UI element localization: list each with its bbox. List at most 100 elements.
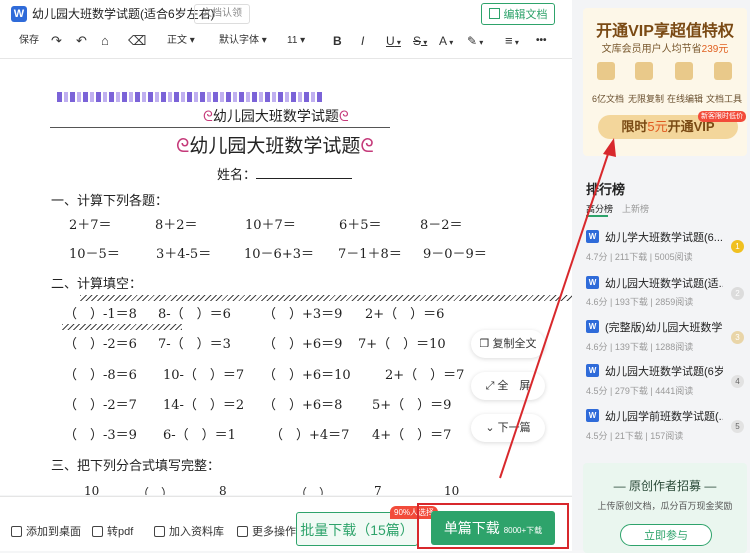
fill-cell: （ ）-3＝9 <box>64 428 137 443</box>
add-to-desktop-button[interactable]: 添加到桌面 <box>11 523 81 539</box>
more-tools-icon[interactable]: ••• <box>536 32 547 50</box>
ranking-item-score: 4.5分 <box>586 386 608 396</box>
active-tab-indicator <box>586 215 608 217</box>
font-color-button[interactable]: A ▾ <box>439 32 453 50</box>
word-doc-icon: W <box>586 364 599 377</box>
to-pdf-label: 转pdf <box>107 526 134 538</box>
rank-badge: 2 <box>731 287 744 300</box>
ranking-item-title[interactable]: (完整版)幼儿园大班数学... <box>605 319 723 335</box>
chevron-down-icon: ⌄ <box>485 422 498 434</box>
edit-document-button[interactable]: 编辑文档 <box>481 3 555 25</box>
feature-label: 无限复制 <box>628 94 665 104</box>
ranking-item-score: 4.7分 <box>586 252 608 262</box>
fill-cell: 6-（ ）＝1 <box>163 428 236 443</box>
copy-all-button[interactable]: ❐ 复制全文 <box>471 330 545 358</box>
paragraph-style-value: 正文 <box>167 35 187 46</box>
claim-document-badge[interactable]: 文档认领 <box>194 4 250 24</box>
document-title: 幼儿园大班数学试题(适合6岁左右) <box>32 7 215 21</box>
fill-cell: （ ）-2＝6 <box>64 337 137 352</box>
document-heading-text: 幼儿园大班数学试题 <box>189 135 361 157</box>
ranking-item-title[interactable]: 幼儿园学前班数学试题(... <box>605 408 723 424</box>
tab-high-score[interactable]: 高分榜 <box>586 202 613 215</box>
to-pdf-button[interactable]: 转pdf <box>92 523 133 539</box>
ranking-item-reads: 5005阅读 <box>654 252 693 262</box>
save-button[interactable]: 保存 <box>19 32 39 50</box>
vip-button-prefix: 限时 <box>621 119 648 134</box>
ranking-item-downloads: 21下载 <box>614 431 643 441</box>
italic-button[interactable]: I <box>361 32 364 50</box>
equation-cell: 8－2＝ <box>420 218 463 233</box>
ranking-item-downloads: 279下载 <box>614 386 648 396</box>
ranking-item-score: 4.6分 <box>586 342 608 352</box>
library-icon <box>154 526 165 537</box>
bold-button[interactable]: B <box>333 32 342 50</box>
creator-title: — 原创作者招募 — <box>613 479 717 493</box>
strikethrough-button[interactable]: S ▾ <box>413 32 427 50</box>
word-doc-icon: W <box>586 230 599 243</box>
word-doc-icon: W <box>586 276 599 289</box>
align-label: ≡ <box>505 33 513 48</box>
ranking-item-title[interactable]: 幼儿园大班数学试题(6岁) <box>605 363 723 379</box>
fullscreen-icon: ⤢ <box>485 380 498 392</box>
fill-cell: 2+（ ）＝6 <box>365 307 445 322</box>
rank-badge: 3 <box>731 331 744 344</box>
align-button[interactable]: ≡ ▾ <box>505 32 519 50</box>
paragraph-style-select[interactable]: 正文 ▾ <box>167 32 195 50</box>
next-document-label: 下一篇 <box>497 422 531 434</box>
redo-icon[interactable]: ↷ <box>51 32 62 50</box>
join-now-button[interactable]: 立即参与 <box>620 524 712 546</box>
ranking-title: 排行榜 <box>586 182 626 197</box>
equation-cell: 3＋4-5＝ <box>156 247 212 262</box>
pdf-icon <box>92 526 103 537</box>
fullscreen-label: 全 屏 <box>497 380 531 392</box>
font-family-select[interactable]: 默认字体 ▾ <box>219 32 267 50</box>
equation-cell: 8＋2＝ <box>155 218 198 233</box>
equation-cell: 9－0－9＝ <box>423 247 487 262</box>
edit-document-label: 编辑文档 <box>503 9 548 21</box>
vip-saving: 239元 <box>701 44 729 55</box>
ranking-item-reads: 1288阅读 <box>655 342 694 352</box>
fill-cell: （ ）-8＝6 <box>64 368 137 383</box>
fill-cell: （ ）+6＝8 <box>263 398 343 413</box>
fill-cell: 7+（ ）＝10 <box>358 337 446 352</box>
vip-subtitle: 文库会员用户人均节省239元 <box>583 40 747 55</box>
highlight-button[interactable]: ✎ ▾ <box>467 32 483 50</box>
word-doc-icon: W <box>586 320 599 333</box>
annotation-highlight-box <box>417 503 569 549</box>
format-painter-icon[interactable]: ⌂ <box>101 32 109 50</box>
ranking-item-title[interactable]: 幼儿学大班数学试题(6... <box>605 229 723 245</box>
ranking-item-meta: 4.6分 | 139下载 | 1288阅读 <box>586 342 694 352</box>
swirl-icon: ᘓ <box>176 135 190 157</box>
ranking-item-title[interactable]: 幼儿园大班数学试题(适... <box>605 275 723 291</box>
underline-button[interactable]: U ▾ <box>386 32 401 50</box>
highlight-label: ✎ <box>467 34 478 48</box>
fill-cell: （ ）+4＝7 <box>270 428 350 443</box>
next-document-button[interactable]: ⌄ 下一篇 <box>471 414 545 442</box>
ranking-item-score: 4.5分 <box>586 431 608 441</box>
add-to-library-button[interactable]: 加入资料库 <box>154 523 224 539</box>
tree-top: （ ） <box>295 486 332 495</box>
more-operations-button[interactable]: 更多操作 <box>237 523 296 539</box>
creator-subtitle: 上传原创文档，瓜分百万现金奖励 <box>597 501 733 511</box>
font-family-value: 默认字体 <box>219 35 259 46</box>
edit-doc-icon <box>675 62 693 80</box>
more-operations-label: 更多操作 <box>252 526 296 538</box>
vip-button-price: 5元 <box>647 119 668 134</box>
equation-cell: 10－6+3＝ <box>244 247 314 262</box>
ranking-item-meta: 4.6分 | 193下载 | 2859阅读 <box>586 297 694 307</box>
ranking-item-reads: 2859阅读 <box>655 297 694 307</box>
fullscreen-button[interactable]: ⤢ 全 屏 <box>471 372 545 400</box>
tree-top: 10 <box>444 484 460 495</box>
font-size-select[interactable]: 11 ▾ <box>287 32 305 50</box>
swirl-icon: ᘓ <box>338 109 349 125</box>
tree-top: （ ） <box>137 486 174 495</box>
swirl-icon: ᘓ <box>360 135 374 157</box>
equation-cell: 10＋7＝ <box>245 218 296 233</box>
equation-cell: 10－5＝ <box>69 247 120 262</box>
undo-icon[interactable]: ↶ <box>76 32 87 50</box>
eraser-icon[interactable]: ⌫ <box>128 32 146 50</box>
grid-icon <box>237 526 248 537</box>
tab-new[interactable]: 上新榜 <box>622 202 649 215</box>
fill-cell: 2+（ ）＝7 <box>385 368 465 383</box>
swirl-icon: ᘓ <box>203 109 213 125</box>
